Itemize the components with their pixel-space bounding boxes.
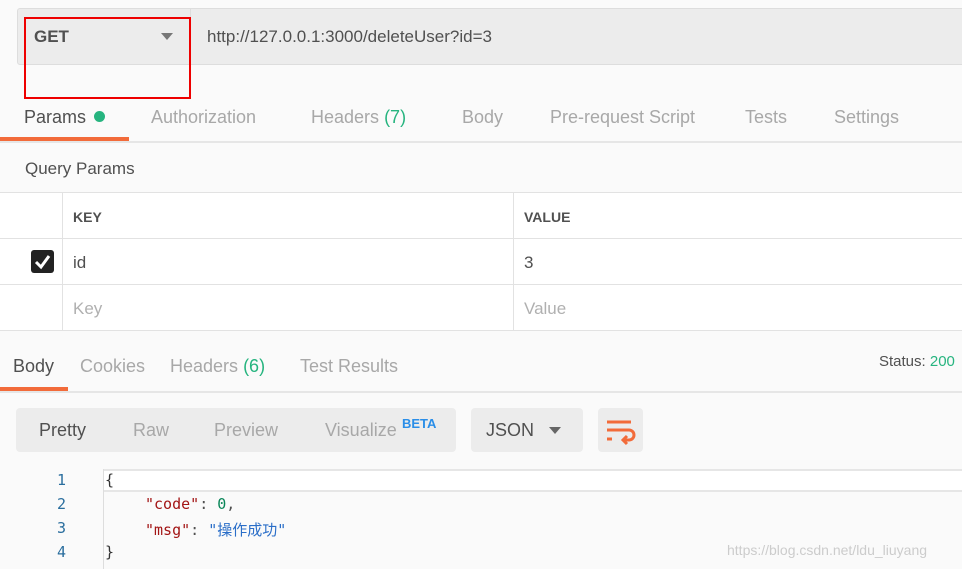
param-key[interactable]: id <box>62 239 513 285</box>
line-number: 3 <box>56 519 66 537</box>
divider <box>0 391 962 393</box>
tab-response-body[interactable]: Body <box>13 356 54 377</box>
line-number: 1 <box>56 471 66 489</box>
table-row: id 3 <box>0 239 962 285</box>
line-number: 4 <box>56 543 66 561</box>
key-header: KEY <box>62 193 513 239</box>
tab-response-headers[interactable]: Headers (6) <box>170 356 265 377</box>
new-value-input[interactable]: Value <box>513 285 962 331</box>
line-number: 2 <box>56 495 66 513</box>
new-key-input[interactable]: Key <box>62 285 513 331</box>
tab-cookies[interactable]: Cookies <box>80 356 145 377</box>
code-brace: } <box>105 543 115 561</box>
pretty-button[interactable]: Pretty <box>39 420 86 441</box>
tab-settings[interactable]: Settings <box>834 107 899 128</box>
highlight-box <box>24 17 191 99</box>
raw-button[interactable]: Raw <box>133 420 169 441</box>
visualize-button[interactable]: Visualize <box>325 420 397 441</box>
url-input[interactable]: http://127.0.0.1:3000/deleteUser?id=3 <box>207 27 492 47</box>
tab-params[interactable]: Params <box>24 107 106 128</box>
preview-button[interactable]: Preview <box>214 420 278 441</box>
tab-test-results[interactable]: Test Results <box>300 356 398 377</box>
table-header: KEY VALUE <box>0 193 962 239</box>
caret-down-icon <box>549 427 561 434</box>
active-dot-icon <box>94 111 106 122</box>
wrap-icon <box>607 420 636 446</box>
format-label: JSON <box>486 420 535 440</box>
query-params-title: Query Params <box>25 159 135 178</box>
param-checkbox[interactable] <box>31 250 54 273</box>
param-value[interactable]: 3 <box>513 239 962 285</box>
table-row-new: Key Value <box>0 285 962 331</box>
divider <box>0 141 962 143</box>
gutter-line <box>103 469 104 569</box>
tab-tests[interactable]: Tests <box>745 107 787 128</box>
status: Status: 200 <box>879 353 955 370</box>
params-table: KEY VALUE id 3 Key Value <box>0 192 962 331</box>
watermark: https://blog.csdn.net/ldu_liuyang <box>727 542 928 558</box>
code-line: "msg": "操作成功" <box>145 521 287 539</box>
tab-body[interactable]: Body <box>462 107 503 128</box>
value-header: VALUE <box>513 193 962 239</box>
tab-pre-request-script[interactable]: Pre-request Script <box>550 107 695 128</box>
beta-badge: BETA <box>402 416 437 431</box>
tab-authorization[interactable]: Authorization <box>151 107 256 128</box>
tab-headers[interactable]: Headers (7) <box>311 107 406 128</box>
code-line: "code": 0, <box>145 495 236 513</box>
active-line <box>104 469 962 492</box>
code-brace: { <box>105 471 115 489</box>
check-icon <box>34 255 51 270</box>
wrap-lines-button[interactable] <box>598 408 643 452</box>
